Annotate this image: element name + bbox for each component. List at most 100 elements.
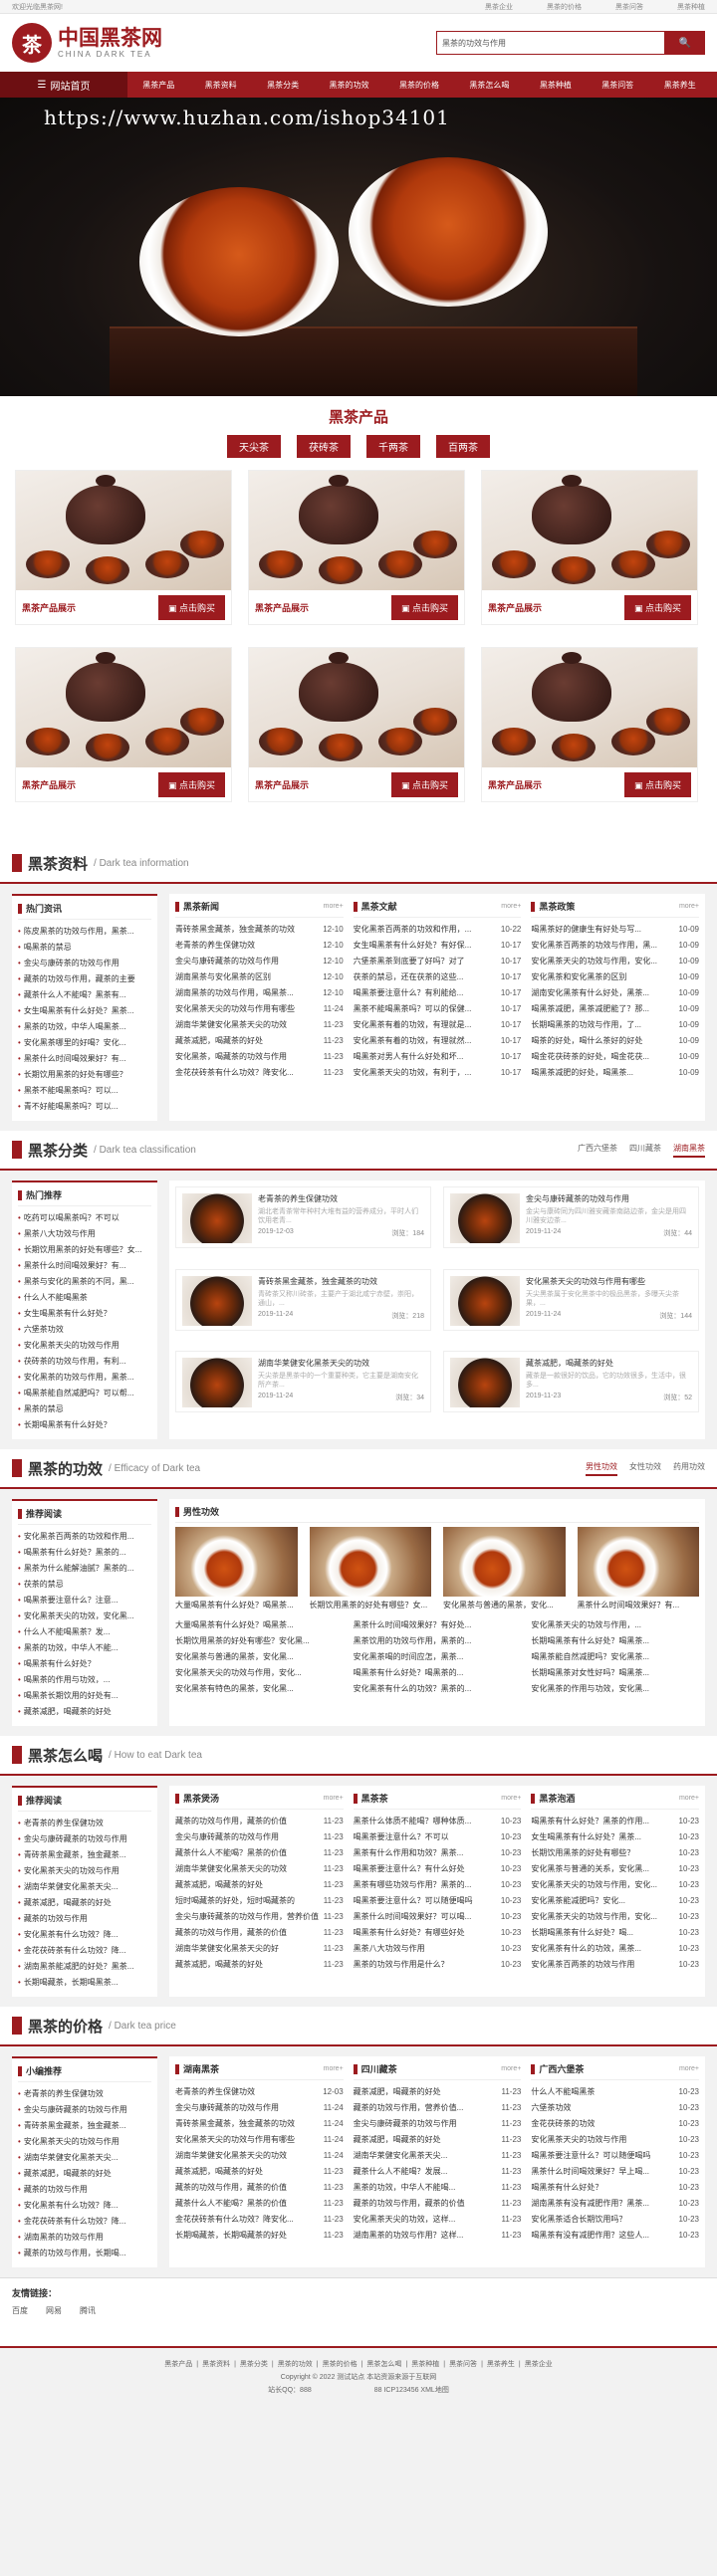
- list-item[interactable]: 青砖茶黑金藏茶，独金藏茶的功效 12-10: [175, 922, 344, 938]
- list-item[interactable]: 黑茶什么时间喝效果好？有...: [18, 1051, 151, 1067]
- product-tab[interactable]: 天尖茶: [227, 435, 281, 458]
- list-item[interactable]: 吃药可以喝黑茶吗？不可以: [18, 1210, 151, 1226]
- list-item[interactable]: 藏茶减肥，喝藏茶的好处 11-23: [175, 1033, 344, 1049]
- list-item[interactable]: 喝黑茶要注意什么？可以随便喝吗 10-23: [531, 2148, 699, 2164]
- list-item[interactable]: 湖南黑茶有没有减肥作用？黑茶... 10-23: [531, 2196, 699, 2212]
- list-item[interactable]: 长期喝黑茶有什么好处？喝... 10-23: [531, 1925, 699, 1941]
- nav-item[interactable]: 黑茶怎么喝: [469, 80, 509, 91]
- list-item[interactable]: 藏茶的功效与作用，藏茶的价值 11-23: [175, 1814, 344, 1829]
- list-item[interactable]: 金尖与康砖茶的功效与作用: [18, 956, 151, 971]
- footer-link[interactable]: 黑茶问答: [449, 2358, 477, 2371]
- list-item[interactable]: 喝黑茶有什么好处？黑茶的...: [18, 1545, 151, 1561]
- footer-link[interactable]: 黑茶的价格: [323, 2358, 358, 2371]
- list-item[interactable]: 黑茶为什么能解油腻？黑茶的...: [18, 1561, 151, 1577]
- list-item[interactable]: 湖南黑茶的功效与作用？这样... 11-23: [354, 2228, 522, 2244]
- list-item[interactable]: 藏茶减肥，喝藏茶的好处 11-23: [354, 2132, 522, 2148]
- list-item[interactable]: 黑茶的功效与作用是什么？ 10-23: [354, 1957, 522, 1973]
- article-card[interactable]: 藏茶减肥，喝藏茶的好处 藏茶是一款很好的饮品，它的功效很多，生活中，很多... 20…: [443, 1351, 699, 1413]
- list-item[interactable]: 藏茶的功效与作用，长期喝...: [18, 2246, 151, 2261]
- image-item[interactable]: 长期饮用黑茶的好处有哪些？女...: [309, 1527, 431, 1613]
- footer-link[interactable]: 黑茶养生: [487, 2358, 515, 2371]
- product-card[interactable]: 黑茶产品展示 ▣ 点击购买: [248, 647, 465, 802]
- list-item[interactable]: 喝黑茶有什么好处？黑茶的作用... 10-23: [531, 1814, 699, 1829]
- list-item[interactable]: 长期喝藏茶，长期喝黑茶...: [18, 1975, 151, 1991]
- list-item[interactable]: 湖南华莱健安化黑茶天尖... 11-23: [354, 2148, 522, 2164]
- list-item[interactable]: 湖南华莱健安化黑茶天尖的功效 11-24: [175, 2148, 344, 2164]
- list-item[interactable]: 安化黑茶与普通的关系，安化黑... 10-23: [531, 1861, 699, 1877]
- list-item[interactable]: 湖南华莱健安化黑茶天尖...: [18, 2150, 151, 2166]
- list-item[interactable]: 黑茶有哪些功效与作用？黑茶的... 10-23: [354, 1877, 522, 1893]
- list-item[interactable]: 青不好能喝黑茶吗？可以...: [18, 1099, 151, 1115]
- list-item[interactable]: 金尖与康砖藏茶的功效与作用 12-10: [175, 954, 344, 969]
- search-input[interactable]: [436, 31, 665, 55]
- list-item[interactable]: 青砖茶黑金藏茶，独金藏茶...: [18, 2118, 151, 2134]
- list-item[interactable]: 安化黑茶有什么的功效，黑茶... 10-23: [531, 1941, 699, 1957]
- list-item[interactable]: 大量喝黑茶有什么好处？喝黑茶...: [175, 1617, 344, 1633]
- list-item[interactable]: 青砖茶黑金藏茶，独金藏茶...: [18, 1847, 151, 1863]
- list-item[interactable]: 女生喝黑茶有什么好处？: [18, 1306, 151, 1322]
- list-item[interactable]: 黑茶的功效，中华人不能...: [18, 1640, 151, 1656]
- section-tab[interactable]: 四川藏茶: [629, 1143, 661, 1158]
- buy-button[interactable]: ▣ 点击购买: [623, 594, 691, 620]
- image-item[interactable]: 安化黑茶与普通的黑茶，安化...: [443, 1527, 566, 1613]
- nav-item[interactable]: 黑茶种植: [540, 80, 572, 91]
- more-link[interactable]: more+: [679, 2065, 699, 2072]
- list-item[interactable]: 安化黑茶天尖的功效与作用，安化... 10-23: [531, 1877, 699, 1893]
- section-tab[interactable]: 药用功效: [673, 1461, 705, 1476]
- list-item[interactable]: 黑茶不能喝黑茶吗？可以的保健... 10-17: [354, 1001, 522, 1017]
- list-item[interactable]: 黑茶的禁忌: [18, 1401, 151, 1417]
- list-item[interactable]: 金花茯砖茶有什么功效？降安化... 11-23: [175, 2212, 344, 2228]
- list-item[interactable]: 藏茶的功效与作用，藏茶的价值 11-23: [175, 1925, 344, 1941]
- list-item[interactable]: 金花茯砖茶有什么功效？降...: [18, 1943, 151, 1959]
- list-item[interactable]: 喝黑茶能自然减肥吗？安化黑茶...: [531, 1649, 699, 1665]
- list-item[interactable]: 湖南黑茶与安化黑茶的区别 12-10: [175, 969, 344, 985]
- list-item[interactable]: 藏茶减肥，喝藏茶的好处: [18, 2166, 151, 2182]
- more-link[interactable]: more+: [679, 903, 699, 910]
- article-card[interactable]: 青砖茶黑金藏茶，独金藏茶的功效 青砖茶又称川砖茶，主要产于湖北咸宁赤壁，崇阳，通山…: [175, 1268, 431, 1331]
- buy-button[interactable]: ▣ 点击购买: [157, 594, 225, 620]
- footer-link[interactable]: 黑茶资料: [202, 2358, 230, 2371]
- list-item[interactable]: 女生喝黑茶有什么好处？黑茶...: [18, 1003, 151, 1019]
- list-item[interactable]: 安化黑茶和安化黑茶的区别 10-09: [531, 969, 699, 985]
- list-item[interactable]: 黑茶与安化的黑茶的不同，黑...: [18, 1274, 151, 1290]
- article-card[interactable]: 金尖与康砖藏茶的功效与作用 金尖与康砖同为四川雅安藏茶南路边茶，金尖是用四川雅安边…: [443, 1186, 699, 1248]
- list-item[interactable]: 黑茶什么体质不能喝？哪种体质... 10-23: [354, 1814, 522, 1829]
- site-logo[interactable]: 茶 中国黑茶网 CHINA DARK TEA: [12, 23, 162, 63]
- list-item[interactable]: 喝黑茶要注意什么？有利能给... 10-17: [354, 985, 522, 1001]
- list-item[interactable]: 湖南华莱健安化黑茶天尖的功效 11-23: [175, 1861, 344, 1877]
- list-item[interactable]: 长期饮用黑茶的好处有哪些？安化黑...: [175, 1633, 344, 1649]
- article-card[interactable]: 安化黑茶天尖的功效与作用有哪些 天尖黑茶属于安化黑茶中的极品黑茶，多曝天尖茶果，.…: [443, 1268, 699, 1331]
- product-tab[interactable]: 茯砖茶: [297, 435, 351, 458]
- list-item[interactable]: 六堡茶功效: [18, 1322, 151, 1338]
- list-item[interactable]: 湖南安化黑茶有什么好处，黑茶... 10-09: [531, 985, 699, 1001]
- footer-link[interactable]: 黑茶的功效: [278, 2358, 313, 2371]
- list-item[interactable]: 安化黑茶，喝藏茶的功效与作用 11-23: [175, 1049, 344, 1065]
- list-item[interactable]: 藏茶什么人不能喝？黑茶的价值 11-23: [175, 1845, 344, 1861]
- list-item[interactable]: 喝金花茯砖茶的好处，喝金花茯... 10-09: [531, 1049, 699, 1065]
- list-item[interactable]: 安化黑茶天尖的功效，有利于，... 10-17: [354, 1065, 522, 1081]
- list-item[interactable]: 安化黑茶天尖的功效与作用有哪些 11-24: [175, 2132, 344, 2148]
- list-item[interactable]: 安化黑茶百两茶的功效与作用，黑... 10-09: [531, 938, 699, 954]
- list-item[interactable]: 金花茯砖茶有什么功效？降...: [18, 2214, 151, 2230]
- list-item[interactable]: 喝黑茶有没有减肥作用？这些人... 10-23: [531, 2228, 699, 2244]
- list-item[interactable]: 湖南黑茶能减肥的好处？黑茶...: [18, 1959, 151, 1975]
- nav-item[interactable]: 黑茶产品: [142, 80, 174, 91]
- list-item[interactable]: 什么人不能喝黑茶: [18, 1290, 151, 1306]
- more-link[interactable]: more+: [324, 1795, 344, 1802]
- list-item[interactable]: 藏茶的功效与作用，藏茶的价值 11-23: [354, 2196, 522, 2212]
- list-item[interactable]: 喝黑茶能自然减肥吗？可以帮...: [18, 1386, 151, 1401]
- nav-home[interactable]: ☰ 网站首页: [0, 72, 127, 98]
- list-item[interactable]: 藏茶减肥，喝藏茶的好处 11-23: [354, 2084, 522, 2100]
- more-link[interactable]: more+: [324, 2065, 344, 2072]
- list-item[interactable]: 长期喝黑茶的功效与作用，了... 10-09: [531, 1017, 699, 1033]
- footer-link[interactable]: 黑茶怎么喝: [366, 2358, 401, 2371]
- list-item[interactable]: 喝黑茶有什么好处？有哪些好处 10-23: [354, 1925, 522, 1941]
- list-item[interactable]: 安化黑茶天尖的功效与作用: [18, 2134, 151, 2150]
- list-item[interactable]: 喝茶的好处，喝什么茶好的好处 10-09: [531, 1033, 699, 1049]
- product-card[interactable]: 黑茶产品展示 ▣ 点击购买: [15, 470, 232, 625]
- list-item[interactable]: 喝黑茶要注意什么？不可以 10-23: [354, 1829, 522, 1845]
- list-item[interactable]: 茯茶的禁忌: [18, 1577, 151, 1593]
- list-item[interactable]: 金尖与康砖藏茶的功效与作用: [18, 1831, 151, 1847]
- section-tab[interactable]: 女性功效: [629, 1461, 661, 1476]
- image-item[interactable]: 黑茶什么时间喝效果好？有...: [577, 1527, 699, 1613]
